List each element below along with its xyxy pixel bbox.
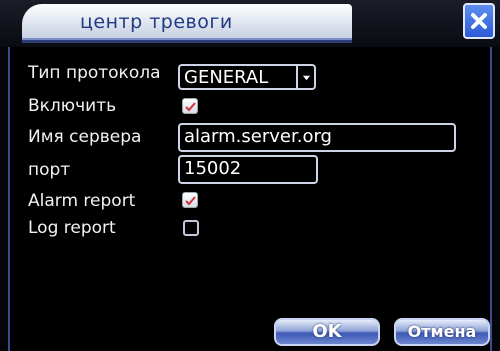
log-report-label: Log report xyxy=(28,218,116,238)
port-input[interactable]: 15002 xyxy=(178,155,318,184)
close-icon xyxy=(471,13,487,29)
enable-checkbox[interactable] xyxy=(182,98,198,114)
close-button[interactable] xyxy=(463,3,495,39)
server-name-input[interactable]: alarm.server.org xyxy=(178,123,456,152)
ok-button[interactable]: OK xyxy=(274,318,380,346)
log-report-checkbox[interactable] xyxy=(183,220,199,236)
dialog-title: центр тревоги xyxy=(80,11,233,33)
cancel-button[interactable]: Отмена xyxy=(394,318,490,346)
port-value: 15002 xyxy=(184,158,242,179)
check-icon xyxy=(185,102,196,112)
alarm-center-dialog: центр тревоги Тип протокола GENERAL Вклю… xyxy=(0,0,500,351)
server-name-label: Имя сервера xyxy=(28,127,142,147)
enable-label: Включить xyxy=(28,96,117,116)
check-icon xyxy=(185,196,196,206)
protocol-type-label: Тип протокола xyxy=(28,63,161,83)
title-bar: центр тревоги xyxy=(0,0,500,47)
title-tab: центр тревоги xyxy=(22,4,352,43)
protocol-type-select[interactable]: GENERAL xyxy=(178,64,316,90)
chevron-down-icon xyxy=(296,66,314,88)
alarm-report-checkbox[interactable] xyxy=(182,192,198,208)
alarm-report-label: Alarm report xyxy=(28,191,136,211)
server-name-value: alarm.server.org xyxy=(184,126,332,147)
protocol-type-value: GENERAL xyxy=(184,67,269,88)
port-label: порт xyxy=(28,160,71,180)
